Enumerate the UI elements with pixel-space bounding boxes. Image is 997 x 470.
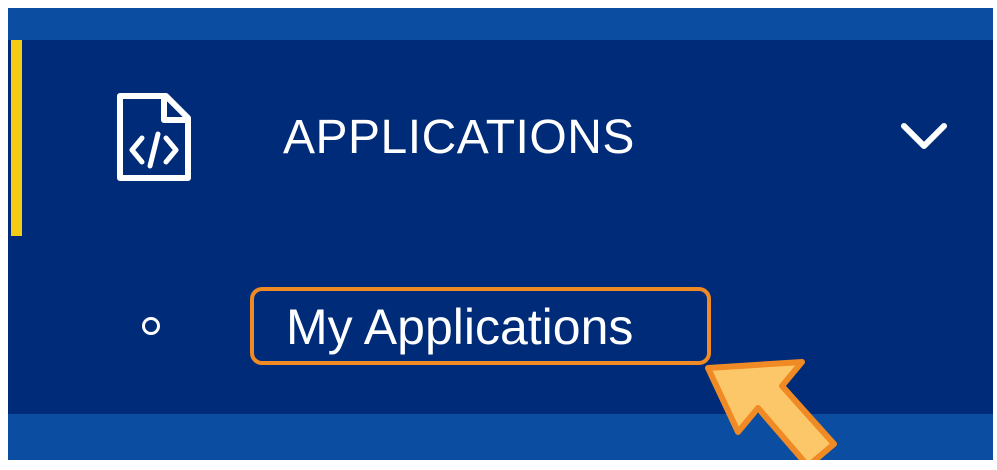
sidebar-frame: APPLICATIONS My Applications (8, 8, 993, 460)
menu-label-applications: APPLICATIONS (283, 111, 635, 164)
chevron-down-icon[interactable] (898, 120, 950, 152)
code-file-icon (117, 93, 191, 181)
submenu-item-my-applications[interactable]: My Applications (250, 287, 711, 365)
active-indicator (11, 40, 22, 236)
pointer-arrow-icon (705, 359, 837, 460)
submenu-label-my-applications: My Applications (286, 299, 634, 355)
sidebar-nav: APPLICATIONS My Applications (8, 40, 993, 414)
circle-bullet-icon (142, 317, 160, 335)
